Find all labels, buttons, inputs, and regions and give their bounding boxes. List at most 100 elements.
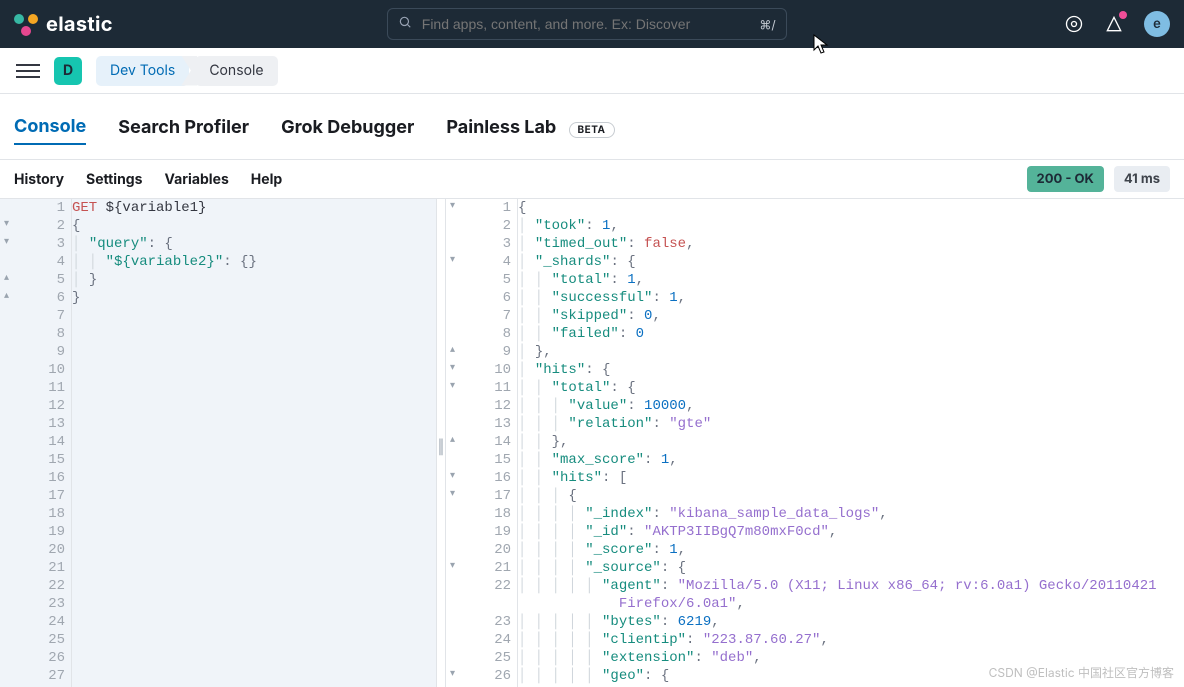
pane-resize-handle[interactable]: ‖ <box>436 199 446 687</box>
line-number: 9 <box>446 343 511 361</box>
fold-toggle-icon[interactable]: ▾ <box>450 379 455 391</box>
watermark-text: CSDN @Elastic 中国社区官方博客 <box>989 664 1174 681</box>
line-number: 26 <box>446 667 511 685</box>
line-number: 8 <box>446 325 511 343</box>
line-number: 25 <box>446 649 511 667</box>
code-line: { <box>72 217 436 235</box>
line-number: 5 <box>0 271 65 289</box>
line-number: 20 <box>446 541 511 559</box>
user-avatar[interactable]: e <box>1144 11 1170 37</box>
line-number: 17 <box>0 487 65 505</box>
code-line: │ │ │ { <box>518 487 1184 505</box>
line-number: 25 <box>0 631 65 649</box>
response-pane[interactable]: 1▾234▾56789▴10▾11▾121314▴1516▾17▾1819202… <box>446 199 1184 687</box>
search-input[interactable] <box>422 16 750 32</box>
line-number: 18 <box>0 505 65 523</box>
code-line: │ │ │ │ "_id": "AKTP3IIBgQ7m80mxF0cd", <box>518 523 1184 541</box>
fold-toggle-icon[interactable]: ▾ <box>450 361 455 373</box>
code-line: │ │ │ │ "_index": "kibana_sample_data_lo… <box>518 505 1184 523</box>
breadcrumb-console[interactable]: Console <box>195 56 277 86</box>
latency-badge: 41 ms <box>1114 166 1170 192</box>
fold-toggle-icon[interactable]: ▴ <box>4 271 9 283</box>
line-number: 24 <box>0 613 65 631</box>
request-editor[interactable]: GET ${variable1}{│ "query": {│ │ "${vari… <box>72 199 436 687</box>
line-number: 11 <box>446 379 511 397</box>
line-number: 1 <box>0 199 65 217</box>
code-line: │ "hits": { <box>518 361 1184 379</box>
fold-toggle-icon[interactable]: ▾ <box>450 667 455 679</box>
line-number: 14 <box>446 433 511 451</box>
fold-toggle-icon[interactable]: ▾ <box>450 253 455 265</box>
line-number: 24 <box>446 631 511 649</box>
line-number: 10 <box>446 361 511 379</box>
space-badge[interactable]: D <box>54 57 82 85</box>
help-icon[interactable] <box>1064 14 1084 34</box>
tab-search-profiler[interactable]: Search Profiler <box>118 111 249 144</box>
line-number: 7 <box>0 307 65 325</box>
code-line: │ │ │ │ │ "clientip": "223.87.60.27", <box>518 631 1184 649</box>
code-line: │ "_shards": { <box>518 253 1184 271</box>
breadcrumb-row: D Dev Tools Console <box>0 48 1184 94</box>
line-number: 1 <box>446 199 511 217</box>
breadcrumb: Dev Tools Console <box>96 56 278 86</box>
tab-console[interactable]: Console <box>14 110 86 145</box>
code-line: │ │ │ │ │ "agent": "Mozilla/5.0 (X11; Li… <box>518 577 1184 613</box>
logo-text: elastic <box>46 12 113 36</box>
line-number: 20 <box>0 541 65 559</box>
fold-toggle-icon[interactable]: ▾ <box>450 469 455 481</box>
newsfeed-icon[interactable] <box>1104 14 1124 34</box>
code-line: │ │ "failed": 0 <box>518 325 1184 343</box>
code-line: │ "query": { <box>72 235 436 253</box>
fold-toggle-icon[interactable]: ▾ <box>450 559 455 571</box>
line-number: 22 <box>0 577 65 595</box>
line-number: 23 <box>0 595 65 613</box>
global-search[interactable]: ⌘/ <box>387 8 787 40</box>
request-pane[interactable]: 12▾3▾45▴6▴789101112131415161718192021222… <box>0 199 436 687</box>
elastic-logo[interactable]: elastic <box>14 12 113 36</box>
line-number: 26 <box>0 649 65 667</box>
line-number: 6 <box>0 289 65 307</box>
code-line: │ │ "hits": [ <box>518 469 1184 487</box>
beta-badge: BETA <box>569 122 615 138</box>
status-code-badge: 200 - OK <box>1027 166 1104 192</box>
line-number: 11 <box>0 379 65 397</box>
fold-toggle-icon[interactable]: ▴ <box>4 289 9 301</box>
topbar: elastic ⌘/ e <box>0 0 1184 48</box>
toolbar-variables[interactable]: Variables <box>165 171 229 188</box>
code-line: │ │ "skipped": 0, <box>518 307 1184 325</box>
line-number: 2 <box>0 217 65 235</box>
line-number: 21 <box>0 559 65 577</box>
fold-toggle-icon[interactable]: ▴ <box>450 433 455 445</box>
code-line: │ } <box>72 271 436 289</box>
code-line: │ │ "max_score": 1, <box>518 451 1184 469</box>
line-number: 8 <box>0 325 65 343</box>
line-number: 22 <box>446 577 511 595</box>
line-number: 10 <box>0 361 65 379</box>
fold-toggle-icon[interactable]: ▾ <box>4 217 9 229</box>
line-number: 18 <box>446 505 511 523</box>
code-line: │ │ "total": 1, <box>518 271 1184 289</box>
tab-grok-debugger[interactable]: Grok Debugger <box>281 111 414 144</box>
console-toolbar: History Settings Variables Help 200 - OK… <box>0 160 1184 199</box>
line-number: 9 <box>0 343 65 361</box>
toolbar-help[interactable]: Help <box>251 171 282 188</box>
toolbar-settings[interactable]: Settings <box>86 171 142 188</box>
code-line: { <box>518 199 1184 217</box>
tab-painless-lab[interactable]: Painless Lab BETA <box>446 111 614 144</box>
fold-toggle-icon[interactable]: ▾ <box>450 487 455 499</box>
search-kbd-hint: ⌘/ <box>759 17 775 32</box>
line-number: 16 <box>0 469 65 487</box>
fold-toggle-icon[interactable]: ▾ <box>450 199 455 211</box>
fold-toggle-icon[interactable]: ▴ <box>450 343 455 355</box>
logo-mark-icon <box>14 12 38 36</box>
breadcrumb-dev-tools[interactable]: Dev Tools <box>96 56 189 86</box>
line-number: 2 <box>446 217 511 235</box>
toolbar-history[interactable]: History <box>14 171 64 188</box>
code-line: } <box>72 289 436 307</box>
code-line: │ }, <box>518 343 1184 361</box>
avatar-letter: e <box>1153 16 1161 32</box>
code-line: │ │ │ │ │ "bytes": 6219, <box>518 613 1184 631</box>
nav-menu-button[interactable] <box>16 59 40 83</box>
line-number: 13 <box>446 415 511 433</box>
fold-toggle-icon[interactable]: ▾ <box>4 235 9 247</box>
